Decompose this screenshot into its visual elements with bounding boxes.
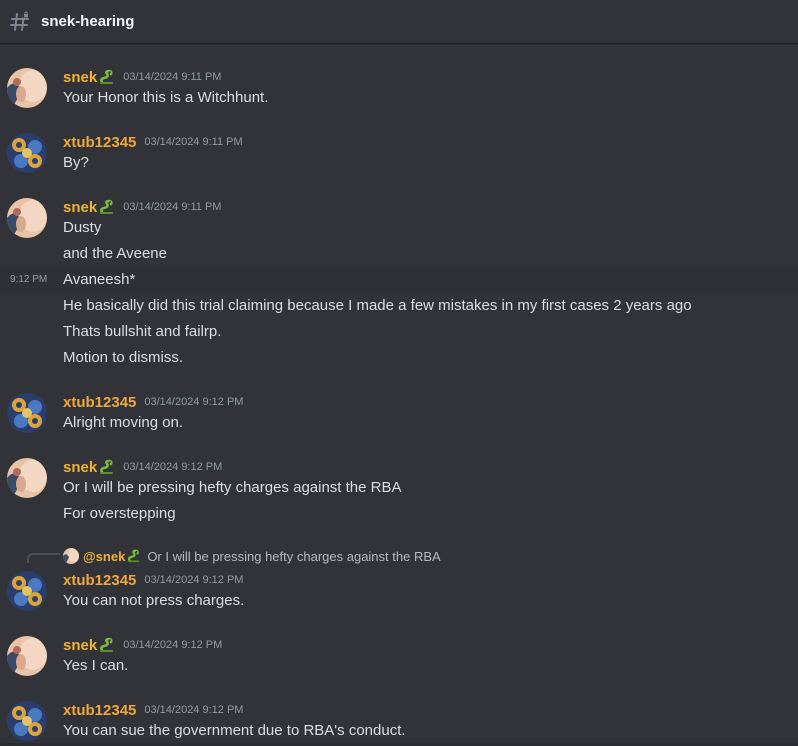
avatar[interactable] <box>7 701 47 741</box>
avatar[interactable] <box>7 571 47 611</box>
username[interactable]: snek <box>63 199 97 216</box>
username[interactable]: xtub12345 <box>63 394 136 411</box>
reply-text[interactable]: Or I will be pressing hefty charges agai… <box>147 549 440 564</box>
timestamp: 03/14/2024 9:12 PM <box>123 639 223 651</box>
message-text: Your Honor this is a Witchhunt. <box>63 89 269 106</box>
chat-window: snek-hearing snek 03/14/2024 9:11 PM You… <box>0 0 798 746</box>
avatar[interactable] <box>7 198 47 238</box>
username[interactable]: xtub12345 <box>63 702 136 719</box>
username[interactable]: snek <box>63 459 97 476</box>
channel-header: snek-hearing <box>0 0 798 44</box>
username[interactable]: xtub12345 <box>63 134 136 151</box>
snake-icon <box>99 637 115 653</box>
reply-avatar <box>63 548 79 564</box>
message-text: Yes I can. <box>63 657 129 674</box>
avatar[interactable] <box>7 458 47 498</box>
message-list: snek 03/14/2024 9:11 PM Your Honor this … <box>0 44 798 746</box>
message-text: Avaneesh* <box>63 271 136 288</box>
reply-preview[interactable]: @snek Or I will be pressing hefty charge… <box>63 547 441 565</box>
hashtag-icon <box>9 11 31 33</box>
avatar[interactable] <box>7 133 47 173</box>
message-text: By? <box>63 154 89 171</box>
snake-icon <box>127 549 141 563</box>
reply-username[interactable]: @snek <box>83 549 125 564</box>
snake-icon <box>99 69 115 85</box>
timestamp: 03/14/2024 9:12 PM <box>144 574 244 586</box>
message-text: You can not press charges. <box>63 592 245 609</box>
reply-connector <box>27 553 60 563</box>
snake-icon <box>99 459 115 475</box>
timestamp: 03/14/2024 9:12 PM <box>144 704 244 716</box>
timestamp: 03/14/2024 9:11 PM <box>123 201 222 213</box>
message-text: Dusty <box>63 219 102 236</box>
avatar[interactable] <box>7 68 47 108</box>
avatar[interactable] <box>7 393 47 433</box>
username[interactable]: snek <box>63 69 97 86</box>
message-text: You can sue the government due to RBA's … <box>63 722 406 739</box>
hover-timestamp: 9:12 PM <box>10 274 48 285</box>
username[interactable]: snek <box>63 637 97 654</box>
timestamp: 03/14/2024 9:12 PM <box>144 396 244 408</box>
timestamp: 03/14/2024 9:11 PM <box>144 136 243 148</box>
snake-icon <box>99 199 115 215</box>
message-text: Or I will be pressing hefty charges agai… <box>63 479 402 496</box>
message-text: For overstepping <box>63 505 176 522</box>
timestamp: 03/14/2024 9:12 PM <box>123 461 223 473</box>
message-text: Motion to dismiss. <box>63 349 184 366</box>
message-text: and the Aveene <box>63 245 167 262</box>
message-text: He basically did this trial claiming bec… <box>63 297 692 314</box>
message-text: Thats bullshit and failrp. <box>63 323 222 340</box>
channel-name[interactable]: snek-hearing <box>41 13 134 30</box>
message-text: Alright moving on. <box>63 414 184 431</box>
timestamp: 03/14/2024 9:11 PM <box>123 71 222 83</box>
avatar[interactable] <box>7 636 47 676</box>
username[interactable]: xtub12345 <box>63 572 136 589</box>
